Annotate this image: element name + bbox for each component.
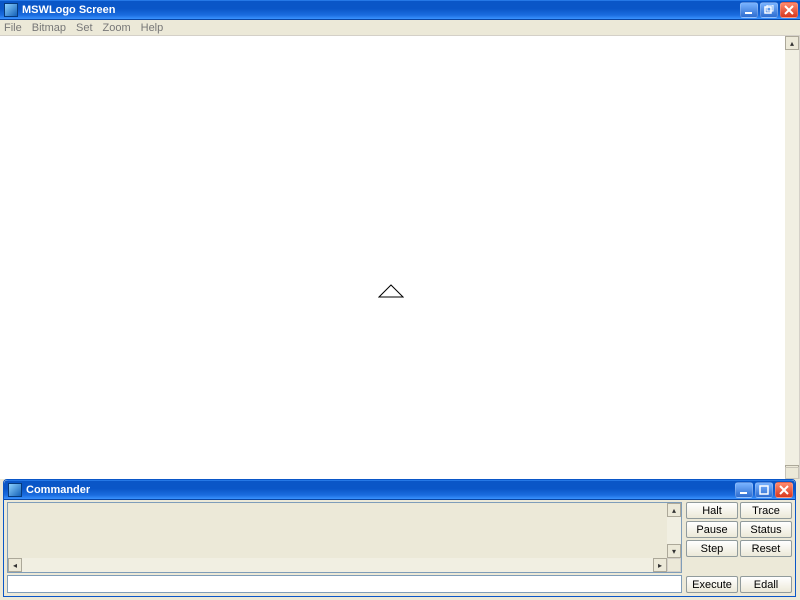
app-icon xyxy=(4,3,18,17)
canvas[interactable] xyxy=(0,36,785,479)
scroll-right-icon[interactable]: ▸ xyxy=(653,558,667,572)
scroll-track[interactable] xyxy=(22,558,653,572)
edall-button[interactable]: Edall xyxy=(740,576,792,593)
history-vertical-scrollbar[interactable]: ▴ ▾ xyxy=(667,503,681,558)
commander-app-icon xyxy=(8,483,22,497)
commander-window: Commander ▴ ▾ ◂ ▸ xyxy=(3,479,796,597)
trace-button[interactable]: Trace xyxy=(740,502,792,519)
main-title: MSWLogo Screen xyxy=(22,4,116,16)
drawing-area: ▴ ▾ xyxy=(0,36,800,479)
scroll-up-icon[interactable]: ▴ xyxy=(785,36,799,50)
history-horizontal-scrollbar[interactable]: ◂ ▸ xyxy=(8,558,667,572)
command-input[interactable] xyxy=(7,575,682,593)
menu-bitmap[interactable]: Bitmap xyxy=(32,22,66,34)
scroll-corner xyxy=(667,558,681,572)
scroll-left-icon[interactable]: ◂ xyxy=(8,558,22,572)
commander-close-button[interactable] xyxy=(775,482,793,498)
pause-button[interactable]: Pause xyxy=(686,521,738,538)
turtle-icon xyxy=(378,284,404,298)
commander-minimize-button[interactable] xyxy=(735,482,753,498)
reset-button[interactable]: Reset xyxy=(740,540,792,557)
commander-maximize-button[interactable] xyxy=(755,482,773,498)
history-box[interactable]: ▴ ▾ ◂ ▸ xyxy=(7,502,682,573)
menu-zoom[interactable]: Zoom xyxy=(103,22,131,34)
resize-grip xyxy=(785,467,799,479)
step-button[interactable]: Step xyxy=(686,540,738,557)
commander-title: Commander xyxy=(26,484,90,496)
main-titlebar: MSWLogo Screen xyxy=(0,0,800,20)
menubar: File Bitmap Set Zoom Help xyxy=(0,20,800,36)
scroll-track[interactable] xyxy=(785,50,799,465)
close-button[interactable] xyxy=(780,2,798,18)
scroll-up-icon[interactable]: ▴ xyxy=(667,503,681,517)
execute-button[interactable]: Execute xyxy=(686,576,738,593)
halt-button[interactable]: Halt xyxy=(686,502,738,519)
minimize-button[interactable] xyxy=(740,2,758,18)
status-button[interactable]: Status xyxy=(740,521,792,538)
scroll-track[interactable] xyxy=(667,517,681,544)
menu-set[interactable]: Set xyxy=(76,22,93,34)
restore-button[interactable] xyxy=(760,2,778,18)
scroll-down-icon[interactable]: ▾ xyxy=(667,544,681,558)
vertical-scrollbar[interactable]: ▴ ▾ xyxy=(785,36,799,479)
commander-body: ▴ ▾ ◂ ▸ Halt Trace Pause xyxy=(4,500,795,596)
menu-file[interactable]: File xyxy=(4,22,22,34)
commander-left: ▴ ▾ ◂ ▸ xyxy=(7,502,682,593)
menu-help[interactable]: Help xyxy=(141,22,164,34)
commander-buttons: Halt Trace Pause Status Step Reset Execu… xyxy=(686,502,792,593)
commander-titlebar: Commander xyxy=(4,480,795,500)
